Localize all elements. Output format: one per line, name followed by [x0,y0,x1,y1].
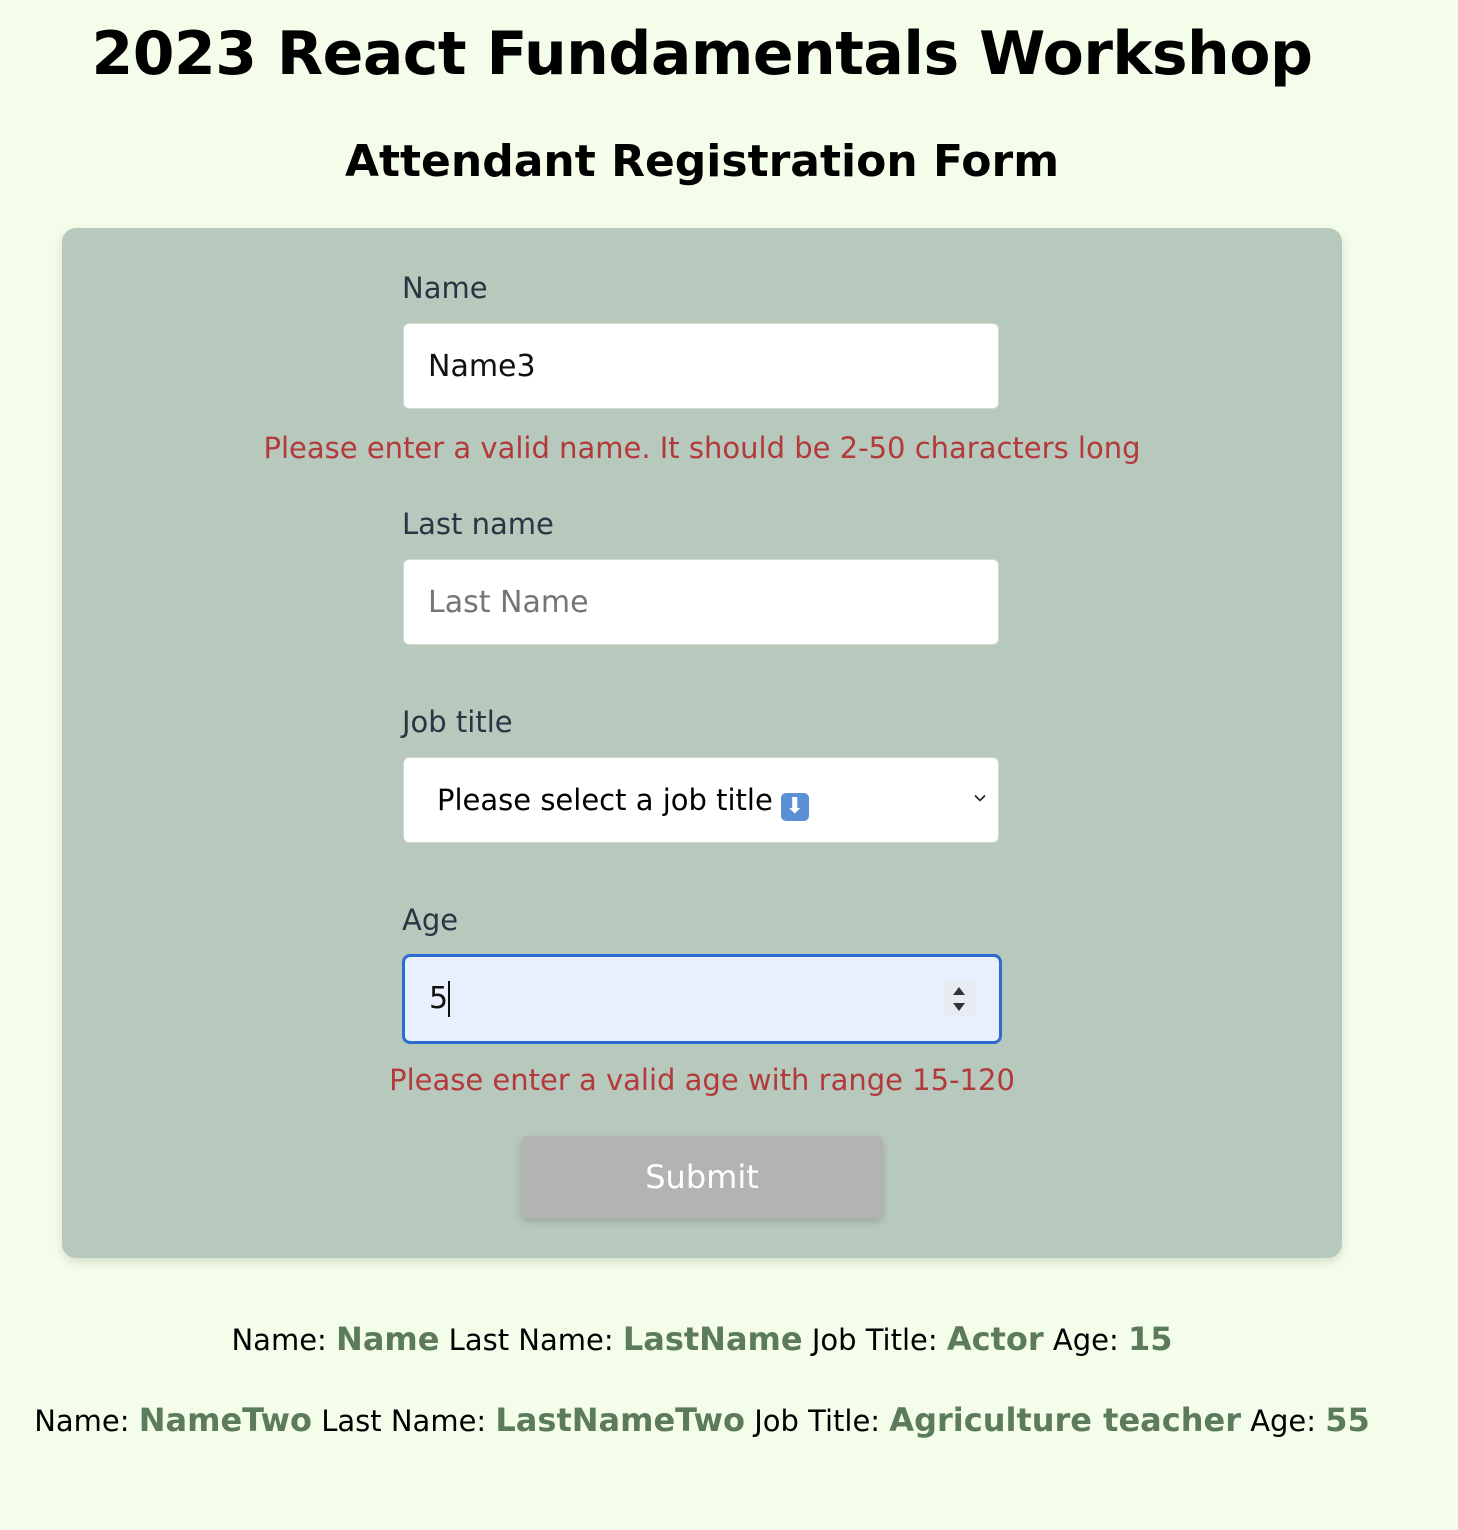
attendee-row: Name: NameTwo Last Name: LastNameTwo Job… [34,1401,1370,1439]
name-label: Name [402,271,488,305]
name-input[interactable] [403,323,999,409]
submit-button[interactable]: Submit [521,1136,883,1218]
age-stepper[interactable] [943,981,975,1017]
attendee-job-title: Actor [946,1320,1044,1358]
attendee-last-name: LastNameTwo [495,1401,746,1439]
form-title: Attendant Registration Form [344,136,1060,187]
attendee-age: 15 [1127,1320,1173,1358]
job-title-selected: Please select a job title ⬇ [437,782,809,821]
attendee-job-title: Agriculture teacher [889,1401,1241,1439]
last-name-label: Last name [402,507,554,541]
attendee-name: NameTwo [138,1401,313,1439]
registration-form: Name Please enter a valid name. It shoul… [62,228,1342,1258]
attendee-row: Name: Name Last Name: LastName Job Title… [231,1320,1173,1358]
chevron-down-icon [974,794,986,802]
age-input-value: 5 [429,981,449,1016]
last-name-input[interactable] [403,559,999,645]
job-title-select[interactable]: Please select a job title ⬇ [403,757,999,843]
down-arrow-emoji-icon: ⬇ [780,793,809,821]
attendee-age: 55 [1325,1401,1370,1439]
attendee-last-name: LastName [622,1320,803,1358]
name-error-message: Please enter a valid name. It should be … [263,431,1141,465]
page-title: 2023 React Fundamentals Workshop [91,19,1313,89]
age-input[interactable]: 5 [402,954,1002,1044]
age-error-message: Please enter a valid age with range 15-1… [389,1063,1015,1097]
age-label: Age [402,903,459,937]
job-title-label: Job title [402,705,513,739]
text-caret [448,981,450,1017]
attendee-name: Name [336,1320,440,1358]
stepper-arrows-icon [953,987,965,1011]
